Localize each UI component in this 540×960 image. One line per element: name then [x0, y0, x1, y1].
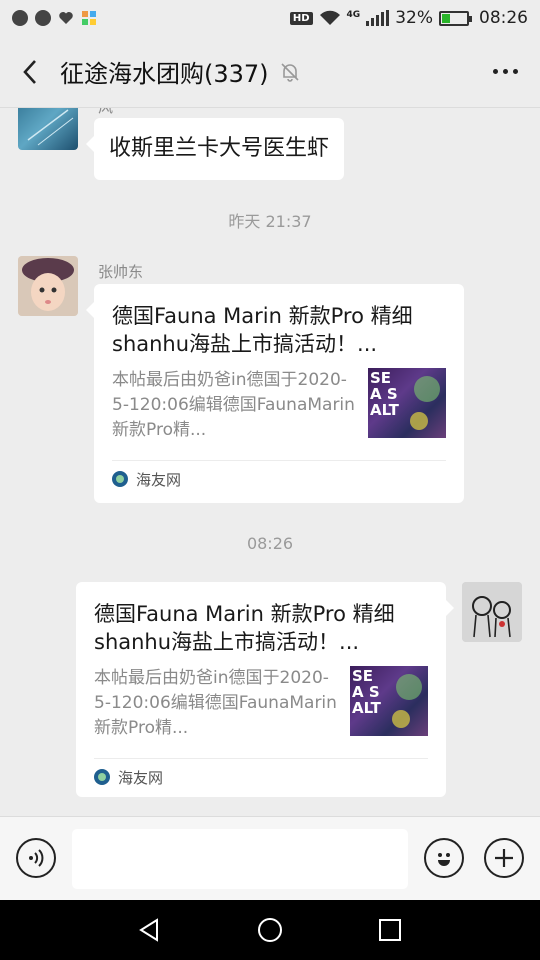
chevron-left-icon	[23, 59, 36, 84]
source-logo-icon	[94, 769, 110, 785]
system-nav-bar	[0, 900, 540, 960]
nav-back-icon[interactable]	[135, 915, 165, 945]
card-thumbnail: SEA SALT	[368, 368, 446, 438]
input-bar	[0, 816, 540, 900]
link-card[interactable]: 德国Fauna Marin 新款Pro 精细shanhu海盐上市搞活动！... …	[76, 582, 454, 797]
notification-icons	[12, 10, 97, 26]
qq-icon	[35, 10, 51, 26]
source-logo-icon	[112, 471, 128, 487]
card-thumbnail: SEA SALT	[350, 666, 428, 736]
signal-icon	[366, 10, 390, 26]
chat-title: 征途海水团购(337)	[60, 60, 269, 88]
avatar-image	[18, 256, 78, 316]
card-title: 德国Fauna Marin 新款Pro 精细shanhu海盐上市搞活动！...	[112, 304, 413, 356]
sender-name: 张帅东	[98, 263, 144, 281]
card-title: 德国Fauna Marin 新款Pro 精细shanhu海盐上市搞活动！...	[94, 602, 395, 654]
card-description: 本帖最后由奶爸in德国于2020-5-120:06编辑德国FaunaMarin新…	[94, 668, 337, 738]
back-button[interactable]	[0, 36, 60, 108]
message-bubble[interactable]: 收斯里兰卡大号医生虾	[85, 118, 345, 180]
battery-fill	[442, 13, 450, 23]
avatar-image	[462, 582, 522, 642]
avatar[interactable]	[18, 108, 78, 150]
source-name: 海友网	[118, 768, 164, 787]
message-text: 收斯里兰卡大号医生虾	[109, 136, 330, 161]
nav-home-icon[interactable]	[255, 915, 285, 945]
more-functions-button[interactable]	[484, 838, 524, 878]
plus-icon	[495, 849, 513, 867]
battery-percent: 32%	[395, 8, 433, 28]
sender-name: 风	[98, 108, 113, 117]
timestamp: 昨天 21:37	[228, 212, 312, 231]
app-grid-icon	[82, 11, 96, 25]
hd-badge: HD	[289, 11, 313, 25]
card-source: 海友网	[112, 461, 446, 497]
emoji-button[interactable]	[424, 838, 464, 878]
more-options-button[interactable]	[470, 36, 540, 108]
voice-button[interactable]	[16, 838, 56, 878]
card-source: 海友网	[94, 759, 428, 795]
source-name: 海友网	[136, 470, 182, 489]
avatar-image	[27, 109, 74, 146]
voice-icon	[29, 849, 44, 867]
thumbnail-text: SEA SALT	[370, 369, 399, 419]
link-card[interactable]: 德国Fauna Marin 新款Pro 精细shanhu海盐上市搞活动！... …	[86, 284, 464, 503]
battery-icon	[439, 10, 472, 26]
my-avatar[interactable]	[462, 582, 522, 642]
mute-bell-icon	[280, 62, 299, 82]
timestamp: 08:26	[246, 534, 294, 553]
cell-type-label: 4G	[346, 10, 361, 20]
title-bar: 征途海水团购(337)	[0, 36, 540, 108]
wechat-icon	[12, 10, 28, 26]
clock: 08:26	[479, 8, 528, 28]
smiley-icon	[438, 853, 450, 866]
card-description: 本帖最后由奶爸in德国于2020-5-120:06编辑德国FaunaMarin新…	[112, 370, 355, 440]
message-input[interactable]	[72, 829, 408, 889]
avatar[interactable]	[18, 256, 78, 316]
dot-icon	[502, 69, 508, 74]
health-heart-icon	[59, 12, 73, 24]
nav-recents-icon[interactable]	[375, 915, 405, 945]
thumbnail-text: SEA SALT	[352, 667, 381, 717]
chat-messages[interactable]: 风 收斯里兰卡大号医生虾 昨天 21:37 张帅东 德国Fauna Marin …	[0, 108, 540, 816]
wifi-icon	[319, 10, 340, 25]
dot-icon	[492, 69, 498, 74]
dot-icon	[512, 69, 518, 74]
status-bar: HD 4G 32% 08:26	[0, 0, 540, 36]
